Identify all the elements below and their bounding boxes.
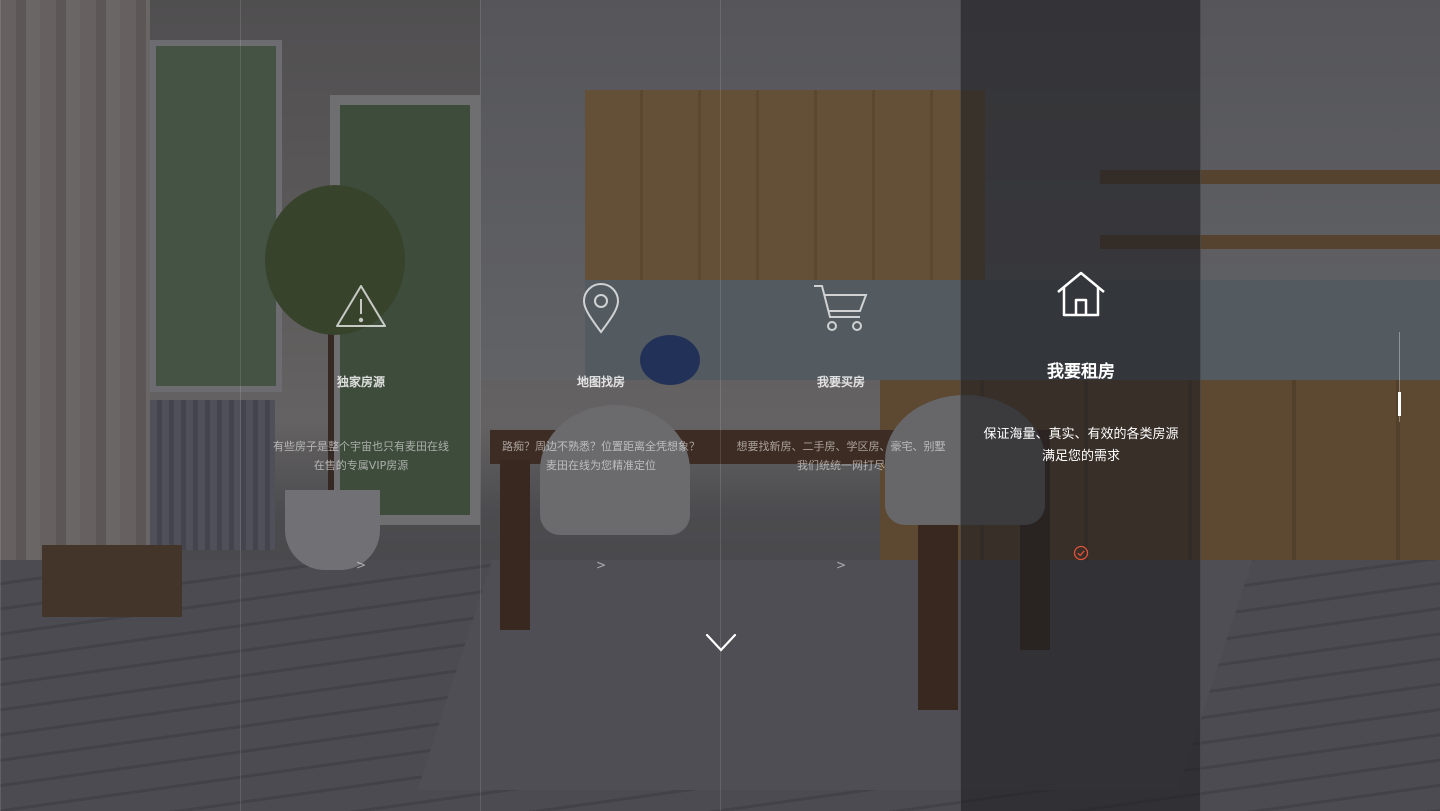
indicator-active-thumb[interactable] xyxy=(1398,392,1401,416)
feature-columns: 独家房源 有些房子是整个宇宙也只有麦田在线 在售的专属VIP房源 > 地图找房 … xyxy=(0,0,1440,811)
feature-map-search[interactable]: 地图找房 路痴？周边不熟悉？位置距离全凭想象？ 麦田在线为您精准定位 > xyxy=(480,0,721,811)
column-empty-left xyxy=(0,0,241,811)
more-arrow[interactable]: > xyxy=(836,558,846,572)
house-icon xyxy=(1055,270,1107,318)
feature-buy-house[interactable]: 我要买房 想要找新房、二手房、学区房、豪宅、别墅 我们统统一网打尽 > xyxy=(720,0,961,811)
more-arrow[interactable]: > xyxy=(356,558,366,572)
feature-description: 有些房子是整个宇宙也只有麦田在线 在售的专属VIP房源 xyxy=(273,440,449,472)
feature-description: 想要找新房、二手房、学区房、豪宅、别墅 我们统统一网打尽 xyxy=(736,440,946,472)
feature-exclusive[interactable]: 独家房源 有些房子是整个宇宙也只有麦田在线 在售的专属VIP房源 > xyxy=(240,0,481,811)
feature-description: 路痴？周边不熟悉？位置距离全凭想象？ 麦田在线为您精准定位 xyxy=(502,440,700,472)
warning-icon xyxy=(334,283,388,329)
feature-title: 地图找房 xyxy=(576,375,625,389)
feature-title: 我要租房 xyxy=(1047,362,1115,382)
check-circle-icon[interactable] xyxy=(1073,545,1089,565)
map-pin-icon xyxy=(581,283,621,335)
chevron-down-icon[interactable] xyxy=(704,630,738,656)
feature-rent-house[interactable]: 我要租房 保证海量、真实、有效的各类房源 满足您的需求 xyxy=(960,0,1201,811)
feature-title: 独家房源 xyxy=(336,375,385,389)
feature-title: 我要买房 xyxy=(816,375,865,389)
shopping-cart-icon xyxy=(812,283,870,333)
page-scroll-indicator[interactable] xyxy=(1392,332,1408,422)
more-arrow[interactable]: > xyxy=(596,558,606,572)
feature-description: 保证海量、真实、有效的各类房源 满足您的需求 xyxy=(983,427,1179,464)
